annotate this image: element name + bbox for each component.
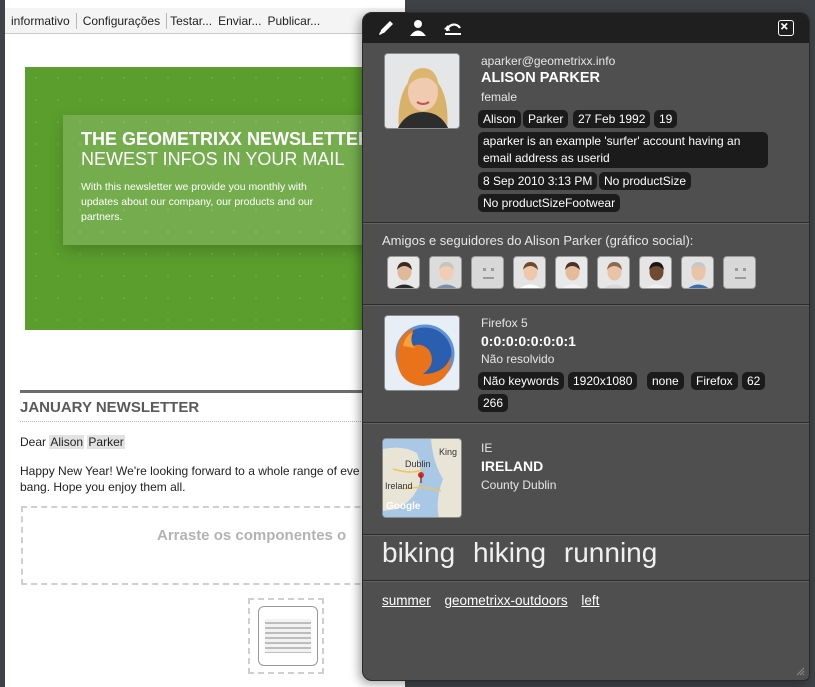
browser-family-tag: Firefox bbox=[691, 372, 738, 390]
profile-name: ALISON PARKER bbox=[481, 70, 600, 86]
geolocation-map: Dublin King Ireland Google bbox=[382, 438, 462, 518]
friend-avatar[interactable] bbox=[387, 256, 420, 289]
browser-ip: 0:0:0:0:0:0:0:1 bbox=[481, 333, 576, 349]
greeting-last-name[interactable]: Parker bbox=[87, 435, 125, 449]
page-top-gap bbox=[5, 0, 405, 8]
heading-underline bbox=[20, 421, 405, 422]
body-line-2: bang. Hope you enjoy them all. bbox=[20, 480, 186, 494]
browser-v1-tag: 62 bbox=[742, 372, 766, 390]
segment-links: summer geometrixx-outdoors left bbox=[382, 593, 609, 608]
friend-avatar[interactable] bbox=[429, 256, 462, 289]
newsletter-body: Happy New Year! We're looking forward to… bbox=[20, 463, 405, 495]
profile-first-name-tag: Alison bbox=[478, 110, 521, 128]
profile-gender: female bbox=[481, 90, 518, 104]
greeting-first-name[interactable]: Alison bbox=[49, 435, 85, 449]
newsletter-page: informativo Configurações Testar... Envi… bbox=[5, 0, 405, 687]
panel-toolbar bbox=[363, 13, 809, 43]
tag-biking: biking bbox=[382, 537, 456, 568]
social-graph-title: Amigos e seguidores do Alison Parker (gr… bbox=[382, 233, 694, 248]
friend-avatar[interactable] bbox=[555, 256, 588, 289]
greeting-dear: Dear bbox=[20, 435, 47, 449]
banner-subtitle: NEWEST INFOS IN YOUR MAIL bbox=[81, 149, 345, 169]
map-label-ireland: Ireland bbox=[385, 481, 413, 491]
firefox-icon bbox=[384, 315, 460, 391]
tag-running: running bbox=[563, 537, 658, 568]
tag-hiking: hiking bbox=[472, 537, 547, 568]
reset-undo-icon[interactable] bbox=[443, 19, 463, 37]
tag-cloud: biking hiking running bbox=[382, 537, 667, 569]
section-separator bbox=[363, 304, 809, 306]
friend-avatar[interactable] bbox=[639, 256, 672, 289]
browser-name: Firefox 5 bbox=[481, 316, 528, 330]
editor-toolbar: informativo Configurações Testar... Envi… bbox=[5, 8, 405, 34]
geo-country-code: IE bbox=[481, 441, 493, 455]
map-label-google: Google bbox=[386, 501, 421, 512]
profile-description-tag: aparker is an example 'surfer' account h… bbox=[478, 132, 768, 168]
browser-resolution-tag: 1920x1080 bbox=[568, 372, 638, 390]
client-context-panel: aparker@geometrixx.info ALISON PARKER fe… bbox=[362, 12, 810, 681]
browser-none-tag: none bbox=[647, 372, 684, 390]
profile-avatar bbox=[384, 53, 460, 129]
geo-country: IRELAND bbox=[481, 458, 544, 474]
map-label-dublin: Dublin bbox=[405, 459, 431, 469]
section-separator bbox=[363, 534, 809, 536]
banner-title: THE GEOMETRIXX NEWSLETTER bbox=[81, 129, 372, 149]
browser-v2-tag: 266 bbox=[478, 394, 509, 412]
profile-birthday-tag: 27 Feb 1992 bbox=[573, 110, 651, 128]
drop-zone-hint: Arraste os componentes o bbox=[157, 527, 347, 544]
list-component-icon[interactable] bbox=[258, 606, 318, 666]
body-line-1: Happy New Year! We're looking forward to… bbox=[20, 464, 360, 478]
toolbar-testar[interactable]: Testar... bbox=[167, 13, 215, 29]
user-profile-icon[interactable] bbox=[408, 19, 428, 37]
greeting: Dear Alison Parker bbox=[20, 435, 125, 449]
section-separator bbox=[363, 422, 809, 424]
link-geometrixx-outdoors[interactable]: geometrixx-outdoors bbox=[445, 593, 568, 608]
section-separator bbox=[363, 222, 809, 224]
map-label-king: King bbox=[439, 447, 458, 457]
profile-product-size-tag: No productSize bbox=[599, 172, 692, 190]
profile-email: aparker@geometrixx.info bbox=[481, 54, 616, 68]
browser-resolved: Não resolvido bbox=[481, 352, 555, 366]
toolbar-publicar[interactable]: Publicar... bbox=[264, 13, 323, 29]
link-left[interactable]: left bbox=[581, 593, 599, 608]
section-separator bbox=[363, 580, 809, 582]
link-summer[interactable]: summer bbox=[382, 593, 431, 608]
section-divider bbox=[20, 390, 405, 393]
banner-text: With this newsletter we provide you mont… bbox=[81, 181, 314, 223]
profile-age-tag: 19 bbox=[654, 110, 678, 128]
close-icon[interactable] bbox=[778, 20, 794, 36]
newsletter-banner: THE GEOMETRIXX NEWSLETTER NEWEST INFOS I… bbox=[25, 67, 405, 330]
newsletter-heading: JANUARY NEWSLETTER bbox=[20, 399, 200, 416]
geo-region: County Dublin bbox=[481, 478, 557, 492]
component-placeholder[interactable] bbox=[248, 598, 324, 674]
component-drop-zone[interactable]: Arraste os componentes o bbox=[21, 506, 405, 585]
toolbar-configuracoes[interactable]: Configurações bbox=[77, 12, 168, 29]
friend-placeholder-avatar[interactable] bbox=[471, 256, 504, 289]
profile-product-size-footwear-tag: No productSizeFootwear bbox=[478, 194, 621, 212]
browser-keywords-tag: Não keywords bbox=[478, 372, 565, 390]
friend-placeholder-avatar[interactable] bbox=[723, 256, 756, 289]
profile-last-login-tag: 8 Sep 2010 3:13 PM bbox=[478, 172, 598, 190]
edit-pencil-icon[interactable] bbox=[377, 19, 397, 37]
resize-grip-icon[interactable] bbox=[795, 666, 805, 676]
friend-avatar[interactable] bbox=[597, 256, 630, 289]
toolbar-enviar[interactable]: Enviar... bbox=[215, 13, 264, 29]
profile-last-name-tag: Parker bbox=[523, 110, 569, 128]
toolbar-informativo[interactable]: informativo bbox=[5, 12, 77, 29]
friend-avatar[interactable] bbox=[681, 256, 714, 289]
friend-avatar[interactable] bbox=[513, 256, 546, 289]
